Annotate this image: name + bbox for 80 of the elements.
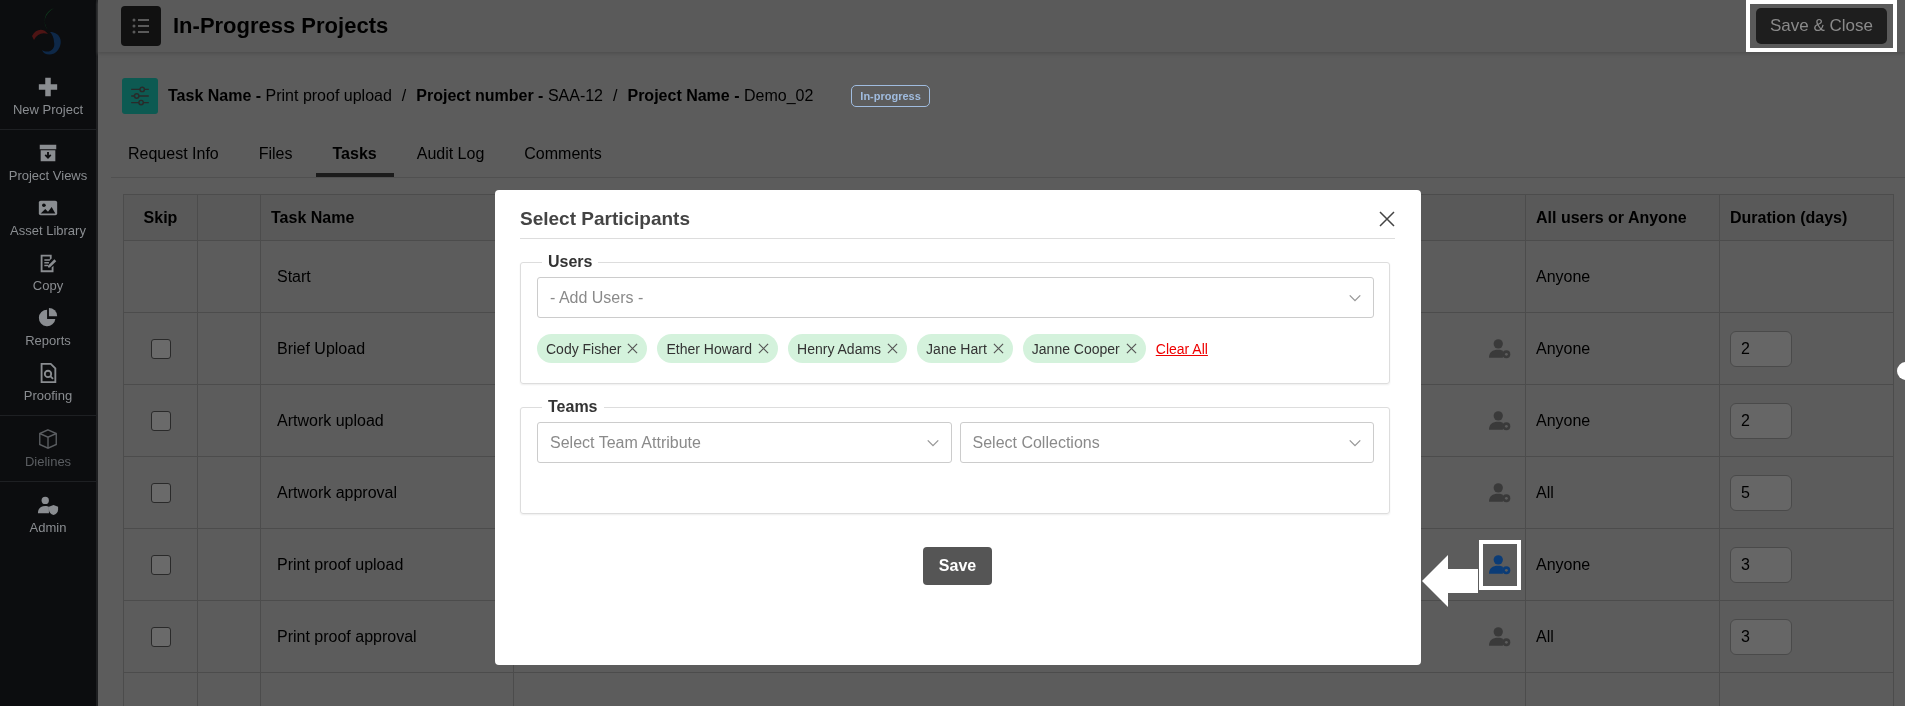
breadcrumb-item: Project number - SAA-12 bbox=[416, 87, 603, 105]
duration-field[interactable]: 2 bbox=[1730, 402, 1792, 439]
table-cell: Anyone bbox=[1525, 312, 1720, 385]
sidebar-item[interactable]: Reports bbox=[0, 307, 96, 348]
sidebar-item[interactable]: Admin bbox=[0, 494, 96, 535]
menu-button[interactable] bbox=[121, 6, 161, 46]
team-select[interactable]: Select Team Attribute bbox=[537, 422, 952, 463]
close-icon bbox=[1125, 343, 1137, 354]
status-badge: In-progress bbox=[851, 85, 930, 107]
tab[interactable]: Tasks bbox=[315, 137, 394, 177]
collapse-handle-icon bbox=[1896, 362, 1905, 380]
sliders-icon bbox=[129, 85, 151, 107]
sidebar-item[interactable]: Asset Library bbox=[0, 197, 96, 238]
team-select[interactable]: Select Collections bbox=[959, 422, 1374, 463]
sidebar-item[interactable]: New Project bbox=[0, 76, 96, 117]
clear-all-link[interactable]: Clear All bbox=[1155, 340, 1208, 357]
close-icon bbox=[758, 343, 770, 354]
close-button[interactable] bbox=[1379, 211, 1395, 227]
page-title: In-Progress Projects bbox=[173, 13, 390, 39]
close-icon bbox=[627, 343, 639, 354]
user-gear-icon bbox=[1489, 554, 1511, 575]
panel-legend: Teams bbox=[542, 398, 604, 416]
breadcrumb-item: Project Name - Demo_02 bbox=[627, 87, 814, 105]
remove-chip-button[interactable] bbox=[758, 343, 770, 354]
skip-checkbox[interactable] bbox=[150, 410, 171, 431]
cube-icon bbox=[37, 428, 59, 450]
table-cell: All bbox=[1525, 456, 1720, 529]
column-header: Skip bbox=[123, 194, 198, 241]
save-button[interactable]: Save bbox=[922, 547, 993, 585]
user-gear-icon bbox=[1489, 482, 1511, 503]
chip-label: Ether Howard bbox=[666, 340, 753, 357]
user-shield-icon bbox=[37, 494, 59, 516]
tab[interactable]: Files bbox=[241, 137, 310, 177]
plus-icon bbox=[37, 76, 59, 98]
close-icon bbox=[887, 343, 899, 354]
chip-label: Janne Cooper bbox=[1031, 340, 1120, 357]
panel-legend: Users bbox=[542, 253, 599, 271]
column-header: All users or Anyone bbox=[1525, 194, 1720, 241]
tab[interactable]: Audit Log bbox=[399, 137, 502, 177]
breadcrumb-separator: / bbox=[401, 87, 407, 105]
tab[interactable]: Comments bbox=[507, 137, 619, 177]
duration-field[interactable]: 3 bbox=[1730, 618, 1792, 655]
add-users-select[interactable]: - Add Users - bbox=[537, 277, 1374, 318]
modal-title: Select Participants bbox=[520, 207, 691, 231]
column-header: Duration (days) bbox=[1719, 194, 1894, 241]
close-icon bbox=[1379, 211, 1395, 227]
remove-chip-button[interactable] bbox=[627, 343, 639, 354]
skip-checkbox[interactable] bbox=[150, 626, 171, 647]
remove-chip-button[interactable] bbox=[992, 343, 1004, 354]
remove-chip-button[interactable] bbox=[887, 343, 899, 354]
skip-checkbox[interactable] bbox=[150, 338, 171, 359]
participants-button[interactable] bbox=[1479, 539, 1521, 590]
table-cell: Anyone bbox=[1525, 240, 1720, 313]
duration-field[interactable]: 3 bbox=[1730, 546, 1792, 583]
user-gear-icon bbox=[1489, 338, 1511, 359]
duration-field[interactable]: 2 bbox=[1730, 330, 1792, 367]
save-close-button[interactable]: Save & Close bbox=[1756, 8, 1887, 44]
remove-chip-button[interactable] bbox=[1125, 343, 1137, 354]
user-gear-icon bbox=[1489, 626, 1511, 647]
duration-field[interactable]: 5 bbox=[1730, 474, 1792, 511]
user-gear-icon bbox=[1489, 410, 1511, 431]
table-cell: Anyone bbox=[1525, 384, 1720, 457]
sidebar-item[interactable]: Proofing bbox=[0, 362, 96, 403]
skip-checkbox[interactable] bbox=[150, 482, 171, 503]
chip-label: Jane Hart bbox=[926, 340, 987, 357]
list-icon bbox=[131, 16, 151, 36]
chip-label: Henry Adams bbox=[797, 340, 882, 357]
breadcrumb-separator: / bbox=[613, 87, 618, 105]
sidebar-item[interactable]: Copy bbox=[0, 252, 96, 293]
skip-checkbox[interactable] bbox=[150, 554, 171, 575]
close-icon bbox=[992, 343, 1004, 354]
table-cell: Anyone bbox=[1525, 528, 1720, 601]
sidebar-item[interactable]: Project Views bbox=[0, 142, 96, 183]
pie-chart-icon bbox=[37, 307, 59, 329]
tab[interactable]: Request Info bbox=[111, 137, 236, 177]
archive-box-icon bbox=[37, 142, 59, 164]
chip-label: Cody Fisher bbox=[546, 340, 622, 357]
breadcrumb-item: Task Name - Print proof upload bbox=[168, 87, 392, 105]
table-cell: All bbox=[1525, 600, 1720, 673]
pointer-arrow-icon bbox=[1422, 553, 1478, 609]
